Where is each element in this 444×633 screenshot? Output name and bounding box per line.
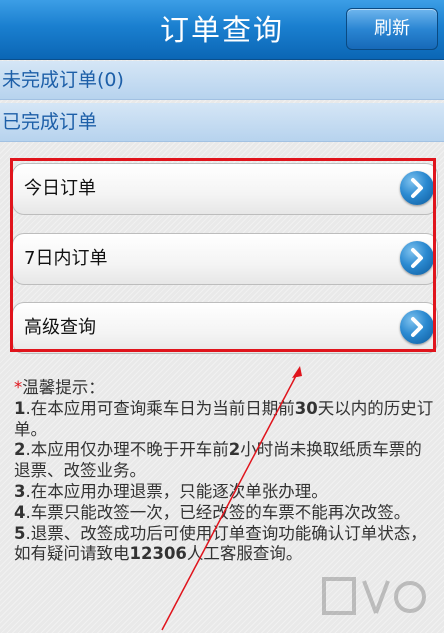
highlight-annotation-box [10,158,436,352]
tip-line: 4.车票只能改签一次，已经改签的车票不能再次改签。 [14,502,411,522]
pending-orders-row[interactable]: 未完成订单(0) [0,61,444,100]
tip-line: 3.在本应用办理退票，只能逐次单张办理。 [14,481,328,501]
watermark-logo-icon [322,577,426,615]
tips-section: *温馨提示： 1.在本应用可查询乘车日为当前日期前30天以内的历史订单。 2.本… [14,378,434,565]
refresh-button[interactable]: 刷新 [346,8,438,50]
title-bar: 订单查询 刷新 [0,0,444,60]
tip-line: 2.本应用仅办理不晚于开车前2小时尚未换取纸质车票的退票、改签业务。 [14,440,422,481]
completed-orders-row[interactable]: 已完成订单 [0,103,444,142]
tip-line: 1.在本应用可查询乘车日为当前日期前30天以内的历史订单。 [14,398,434,439]
tips-title: *温馨提示： [14,378,434,399]
tip-line: 5.退票、改签成功后可使用订单查询功能确认订单状态，如有疑问请致电12306人工… [14,523,427,564]
required-star: * [14,378,23,397]
tips-title-text: 温馨提示： [22,378,105,397]
